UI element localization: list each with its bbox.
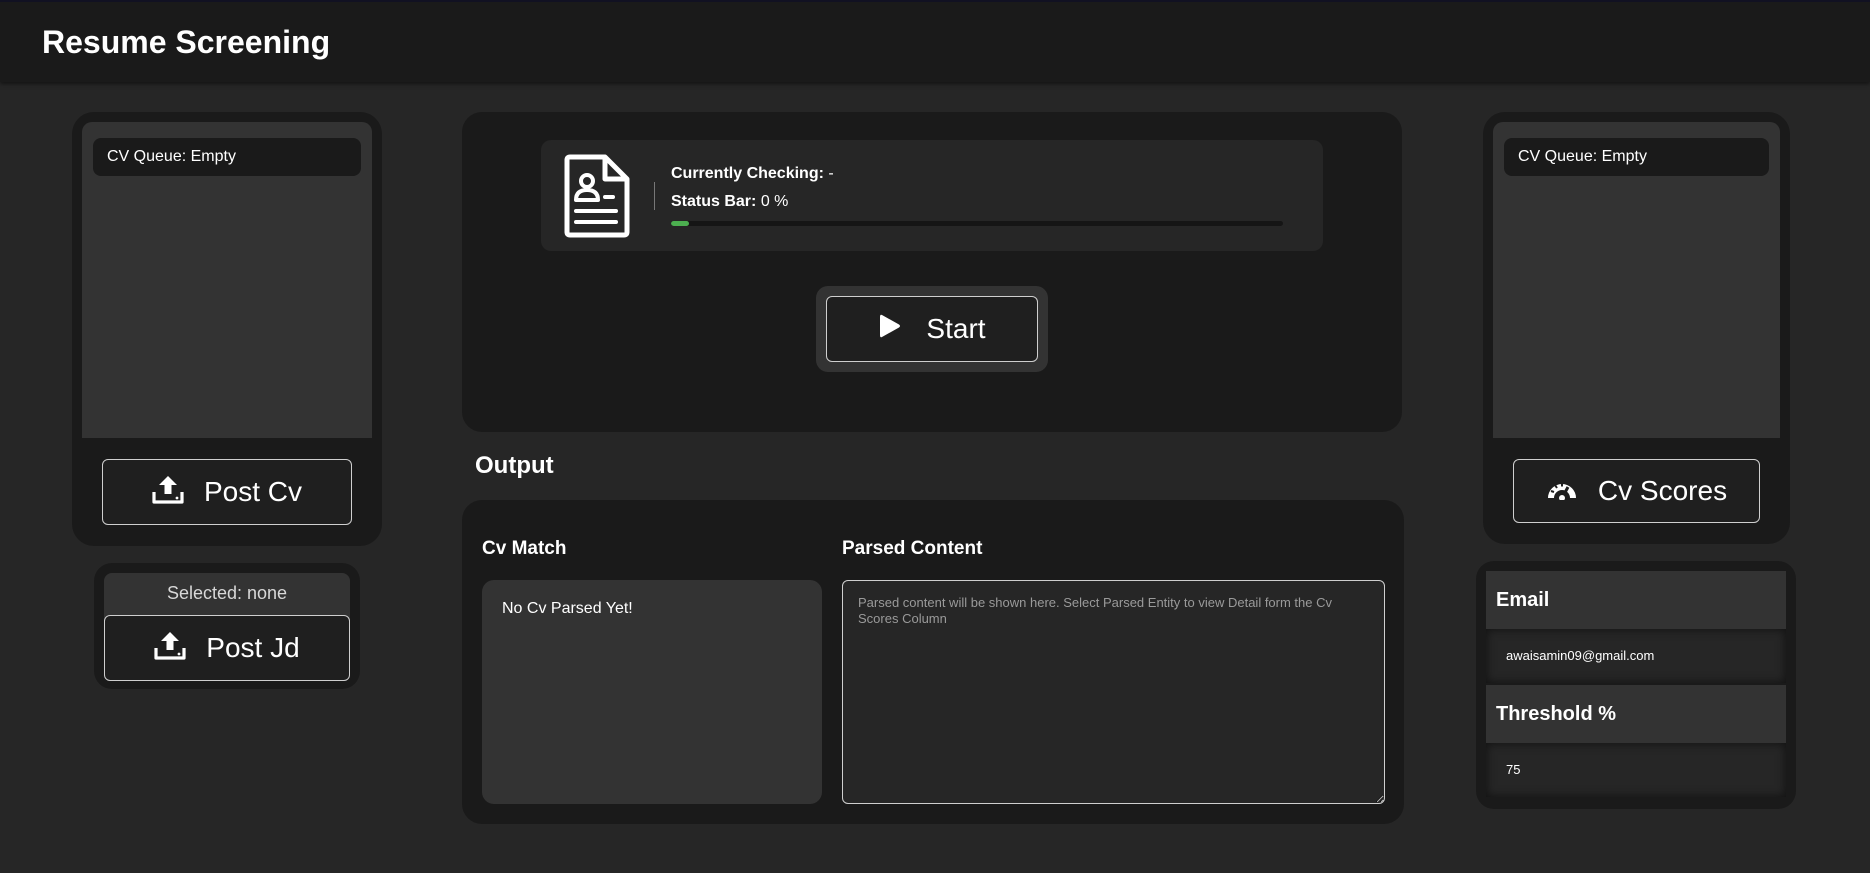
start-label: Start: [926, 313, 986, 344]
status-divider: [654, 182, 655, 210]
email-field[interactable]: [1486, 629, 1786, 683]
post-jd-label: Post Jd: [206, 632, 300, 663]
email-heading: Email: [1486, 571, 1786, 629]
post-cv-label: Post Cv: [203, 476, 303, 507]
cv-match-heading: Cv Match: [482, 538, 567, 559]
upload-icon: [154, 630, 186, 667]
cv-queue-label: CV Queue: Empty: [93, 138, 361, 176]
status-bar-text: Status Bar: 0 %: [671, 193, 788, 211]
status-bar-label: Status Bar:: [671, 193, 757, 210]
play-icon: [878, 313, 902, 346]
output-panel: Cv Match Parsed Content No Cv Parsed Yet…: [462, 500, 1404, 824]
threshold-field[interactable]: [1486, 743, 1786, 797]
processing-panel: Currently Checking: - Status Bar: 0 % St…: [462, 112, 1402, 432]
post-jd-button[interactable]: Post Jd: [104, 615, 350, 681]
cv-queue-list[interactable]: CV Queue: Empty: [82, 122, 372, 438]
gauge-icon: [1546, 475, 1578, 507]
upload-icon: [152, 474, 184, 511]
currently-checking-value: -: [828, 165, 834, 182]
post-cv-button[interactable]: Post Cv: [102, 459, 352, 525]
threshold-heading: Threshold %: [1486, 685, 1786, 743]
progress-bar-fill: [671, 221, 690, 226]
cv-match-box: No Cv Parsed Yet!: [482, 580, 822, 804]
progress-bar: [671, 221, 1283, 226]
resume-document-icon: [561, 154, 631, 243]
parsed-content-heading: Parsed Content: [842, 538, 983, 559]
currently-checking: Currently Checking: -: [671, 165, 834, 183]
jd-upload-panel: Selected: none Post Jd: [94, 563, 360, 689]
top-bar: Resume Screening: [0, 0, 1870, 82]
start-button-wrapper: Start: [816, 286, 1048, 372]
start-button[interactable]: Start: [826, 296, 1038, 362]
status-card: Currently Checking: - Status Bar: 0 %: [541, 140, 1323, 251]
scored-cv-queue-list[interactable]: CV Queue: Empty: [1493, 122, 1780, 438]
settings-panel: Email Threshold %: [1476, 561, 1796, 809]
scored-cv-queue-label: CV Queue: Empty: [1504, 138, 1769, 176]
cv-scores-panel: CV Queue: Empty Cv Scores: [1483, 112, 1790, 544]
output-title: Output: [475, 452, 554, 479]
selected-jd-label: Selected: none: [166, 583, 288, 603]
app-title: Resume Screening: [42, 24, 331, 60]
status-bar-value: 0 %: [760, 193, 789, 210]
cv-upload-panel: CV Queue: Empty Post Cv: [72, 112, 382, 546]
cv-match-text: No Cv Parsed Yet!: [502, 600, 633, 617]
parsed-content-textarea[interactable]: [842, 580, 1385, 804]
cv-scores-button[interactable]: Cv Scores: [1513, 459, 1760, 523]
cv-scores-label: Cv Scores: [1597, 475, 1728, 506]
currently-checking-label: Currently Checking:: [671, 165, 824, 182]
